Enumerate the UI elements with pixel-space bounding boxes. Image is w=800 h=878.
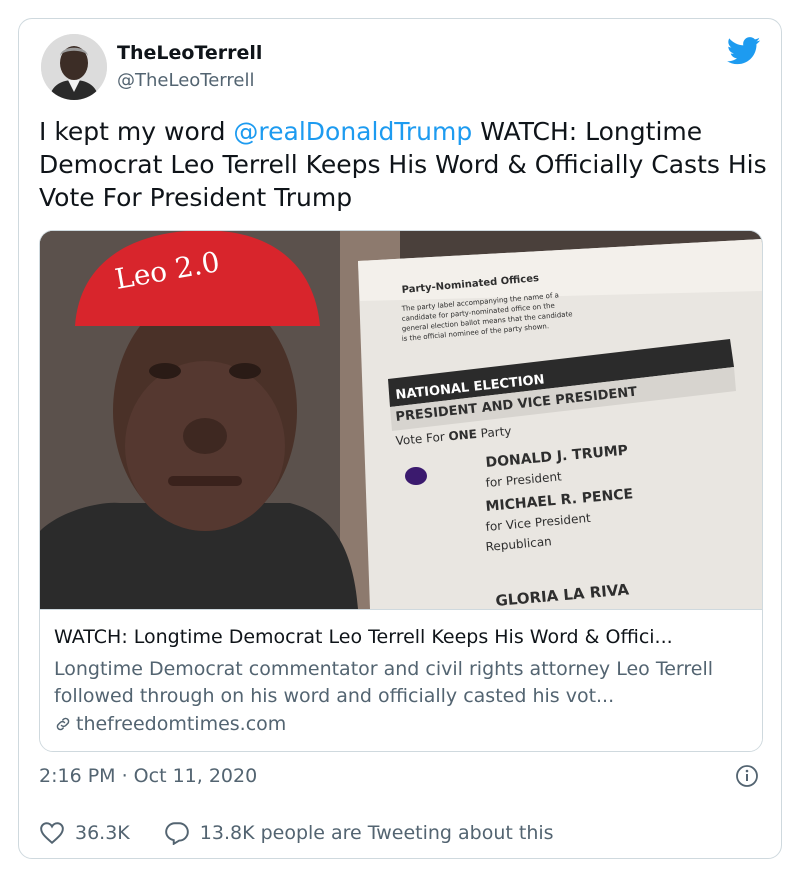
tweet-text-lead: I kept my word (39, 117, 234, 146)
twitter-bird-icon[interactable] (727, 37, 761, 65)
link-icon (56, 717, 70, 731)
card-domain[interactable]: thefreedomtimes.com (54, 713, 286, 735)
mention-link[interactable]: @realDonaldTrump (233, 117, 472, 146)
tweet-timestamp[interactable]: 2:16 PM · Oct 11, 2020 (39, 765, 257, 787)
card-domain-text[interactable]: thefreedomtimes.com (76, 713, 286, 735)
card-image-scene: Leo 2.0 Party-Nominated Offices The part… (40, 231, 762, 609)
author-display-name[interactable]: TheLeoTerrell (117, 42, 262, 64)
card-text-block[interactable]: WATCH: Longtime Democrat Leo Terrell Kee… (40, 609, 762, 751)
tweeting-action[interactable]: 13.8K people are Tweeting about this (164, 821, 554, 845)
tweet-text: I kept my word @realDonaldTrump WATCH: L… (39, 115, 769, 214)
author-handle[interactable]: @TheLeoTerrell (117, 70, 254, 91)
engagement-bar: 36.3K 13.8K people are Tweeting about th… (39, 817, 588, 849)
tweeting-count: 13.8K people are Tweeting about this (199, 822, 554, 844)
heart-icon[interactable] (39, 821, 65, 845)
card-title[interactable]: WATCH: Longtime Democrat Leo Terrell Kee… (54, 626, 754, 648)
link-preview-card[interactable]: Leo 2.0 Party-Nominated Offices The part… (39, 230, 763, 752)
card-image[interactable]: Leo 2.0 Party-Nominated Offices The part… (40, 231, 762, 609)
like-count: 36.3K (75, 822, 130, 844)
avatar-photo (41, 34, 107, 100)
info-icon[interactable] (735, 764, 759, 788)
tweet-card: TheLeoTerrell @TheLeoTerrell I kept my w… (18, 18, 782, 859)
avatar[interactable] (41, 34, 107, 100)
reply-bubble-icon[interactable] (164, 821, 190, 845)
like-action[interactable]: 36.3K (39, 821, 130, 845)
card-description[interactable]: Longtime Democrat commentator and civil … (54, 656, 754, 710)
